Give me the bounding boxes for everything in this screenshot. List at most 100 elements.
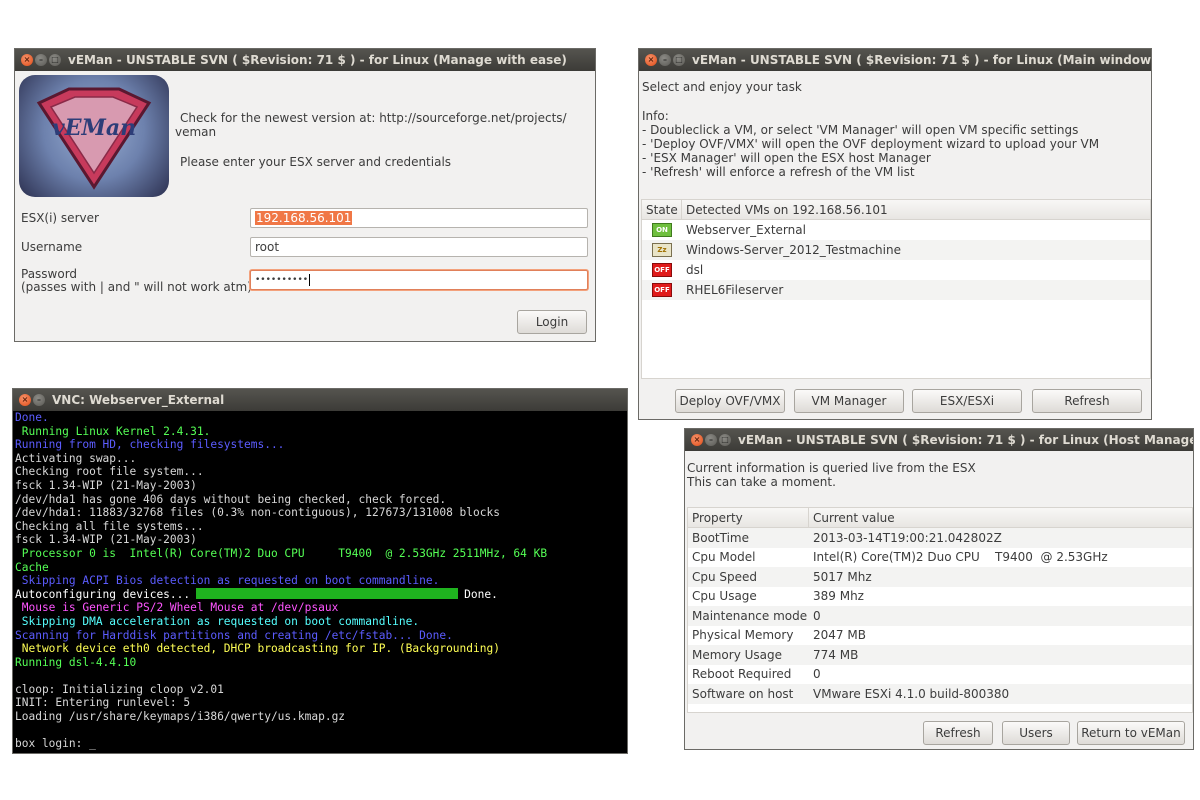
console-line: Processor 0 is Intel(R) Core(TM)2 Duo CP…	[15, 547, 627, 561]
console-line: Network device eth0 detected, DHCP broad…	[15, 642, 627, 656]
username-label: Username	[21, 240, 83, 254]
property-value: 389 Mhz	[813, 589, 864, 604]
state-column-header[interactable]: State	[642, 200, 682, 219]
minimize-icon[interactable]: –	[659, 54, 671, 66]
console-line: Scanning for Harddisk partitions and cre…	[15, 629, 627, 643]
vm-row[interactable]: Zz Windows-Server_2012_Testmachine	[642, 240, 1150, 260]
users-button[interactable]: Users	[1002, 721, 1070, 745]
host-manager-window: × – □ vEMan - UNSTABLE SVN ( $Revision: …	[684, 428, 1194, 750]
check-version-text: Check for the newest version at: http://…	[180, 111, 567, 125]
console-text: fsck 1.34-WIP (21-May-2003)	[15, 478, 197, 492]
table-row[interactable]: Cpu Usage 389 Mhz	[688, 587, 1192, 607]
console-text: Running Linux Kernel 2.4.31.	[15, 424, 211, 438]
property-value: 5017 Mhz	[813, 569, 872, 584]
property-name: Maintenance mode	[692, 608, 808, 623]
host-property-table[interactable]: Property Current value BootTime 2013-03-1…	[687, 507, 1193, 713]
table-row[interactable]: Reboot Required 0	[688, 665, 1192, 685]
console-line: Running from HD, checking filesystems...	[15, 438, 627, 452]
table-row[interactable]: Memory Usage 774 MB	[688, 645, 1192, 665]
server-input[interactable]: 192.168.56.101	[250, 208, 588, 228]
vm-list-header: State Detected VMs on 192.168.56.101	[642, 200, 1150, 220]
console-line: box login: _	[15, 737, 627, 751]
console-line: /dev/hda1: 11883/32768 files (0.3% non-c…	[15, 506, 627, 520]
close-icon[interactable]: ×	[691, 434, 703, 446]
property-value: 0	[813, 608, 821, 623]
property-name: Cpu Speed	[692, 569, 758, 584]
table-row[interactable]: Cpu Model Intel(R) Core(TM)2 Duo CPU T940…	[688, 548, 1192, 568]
esx-manager-button[interactable]: ESX/ESXi	[912, 389, 1022, 413]
console-line: Running dsl-4.4.10	[15, 656, 627, 670]
vm-manager-button[interactable]: VM Manager	[794, 389, 904, 413]
return-to-veman-button[interactable]: Return to vEMan	[1077, 721, 1185, 745]
minimize-icon[interactable]: –	[35, 54, 47, 66]
password-input[interactable]: ••••••••••	[250, 270, 588, 290]
vnc-console[interactable]: Done. Running Linux Kernel 2.4.31. Runnin…	[13, 411, 627, 753]
maximize-icon[interactable]: □	[719, 434, 731, 446]
console-text: Done.	[464, 587, 498, 601]
console-line: Done.	[15, 411, 627, 425]
console-text: INIT: Entering runlevel: 5	[15, 696, 191, 710]
server-value: 192.168.56.101	[255, 211, 353, 225]
property-name: Physical Memory	[692, 628, 794, 643]
maximize-icon[interactable]: □	[673, 54, 685, 66]
property-value: 2013-03-14T19:00:21.042802Z	[813, 530, 1002, 545]
vm-name: Webserver_External	[686, 223, 806, 237]
vm-row[interactable]: OFF RHEL6Fileserver	[642, 280, 1150, 300]
info-heading: Info:	[642, 109, 669, 123]
host-titlebar: × – □ vEMan - UNSTABLE SVN ( $Revision: …	[685, 429, 1193, 451]
vm-row[interactable]: ON Webserver_External	[642, 220, 1150, 240]
minimize-icon[interactable]: –	[705, 434, 717, 446]
veman-logo: vEMan	[19, 75, 169, 197]
console-text: cloop: Initializing cloop v2.01	[15, 682, 224, 696]
console-text: /dev/hda1 has gone 406 days without bein…	[15, 492, 447, 506]
vms-column-header[interactable]: Detected VMs on 192.168.56.101	[682, 200, 892, 219]
console-text: Loading /usr/share/keymaps/i386/qwerty/u…	[15, 710, 346, 724]
maximize-icon[interactable]: □	[49, 54, 61, 66]
console-text: Network device eth0 detected, DHCP broad…	[15, 642, 500, 656]
deploy-ovf-button[interactable]: Deploy OVF/VMX	[675, 389, 785, 413]
vm-off-icon: OFF	[652, 263, 672, 277]
table-row[interactable]: BootTime 2013-03-14T19:00:21.042802Z	[688, 528, 1192, 548]
table-row[interactable]: Physical Memory 2047 MB	[688, 626, 1192, 646]
property-column-header[interactable]: Property	[688, 508, 809, 527]
password-value: ••••••••••	[255, 275, 309, 285]
console-text: Mouse is Generic PS/2 Wheel Mouse at /de…	[15, 601, 339, 615]
console-text: Autoconfiguring devices...	[15, 587, 191, 601]
property-value: Intel(R) Core(TM)2 Duo CPU T9400 @ 2.53G…	[813, 550, 1108, 565]
intro-text: Select and enjoy your task	[642, 80, 802, 94]
console-text: Cache	[15, 560, 49, 574]
window-title: vEMan - UNSTABLE SVN ( $Revision: 71 $ )…	[738, 433, 1193, 447]
vm-name: Windows-Server_2012_Testmachine	[686, 243, 901, 257]
check-version-text-cont: veman	[175, 125, 217, 139]
console-text: Scanning for Harddisk partitions and cre…	[15, 628, 453, 642]
password-hint: (passes with | and " will not work atm)	[21, 280, 252, 294]
table-row[interactable]: Software on host VMware ESXi 4.1.0 build-…	[688, 684, 1192, 704]
refresh-button[interactable]: Refresh	[1032, 389, 1142, 413]
console-line: INIT: Entering runlevel: 5	[15, 696, 627, 710]
username-input[interactable]: root	[250, 237, 588, 257]
close-icon[interactable]: ×	[19, 394, 31, 406]
host-refresh-button[interactable]: Refresh	[923, 721, 993, 745]
info-line: - 'ESX Manager' will open the ESX host M…	[642, 151, 931, 165]
close-icon[interactable]: ×	[645, 54, 657, 66]
host-info-line: This can take a moment.	[687, 475, 836, 489]
window-title: vEMan - UNSTABLE SVN ( $Revision: 71 $ )…	[692, 53, 1151, 67]
table-row[interactable]: Cpu Speed 5017 Mhz	[688, 567, 1192, 587]
value-column-header[interactable]: Current value	[809, 508, 899, 527]
vm-name: RHEL6Fileserver	[686, 283, 784, 297]
close-icon[interactable]: ×	[21, 54, 33, 66]
console-line: Loading /usr/share/keymaps/i386/qwerty/u…	[15, 710, 627, 724]
console-line: /dev/hda1 has gone 406 days without bein…	[15, 493, 627, 507]
table-row[interactable]: Maintenance mode 0	[688, 606, 1192, 626]
vm-row[interactable]: OFF dsl	[642, 260, 1150, 280]
console-line: Autoconfiguring devices... Done.	[15, 587, 627, 602]
console-text: Activating swap...	[15, 451, 137, 465]
vnc-titlebar: × – VNC: Webserver_External	[13, 389, 627, 411]
console-text: Running dsl-4.4.10	[15, 655, 137, 669]
minimize-icon[interactable]: –	[33, 394, 45, 406]
login-button[interactable]: Login	[517, 310, 587, 334]
property-name: Cpu Model	[692, 550, 756, 565]
vm-list[interactable]: State Detected VMs on 192.168.56.101 ON …	[641, 199, 1151, 379]
